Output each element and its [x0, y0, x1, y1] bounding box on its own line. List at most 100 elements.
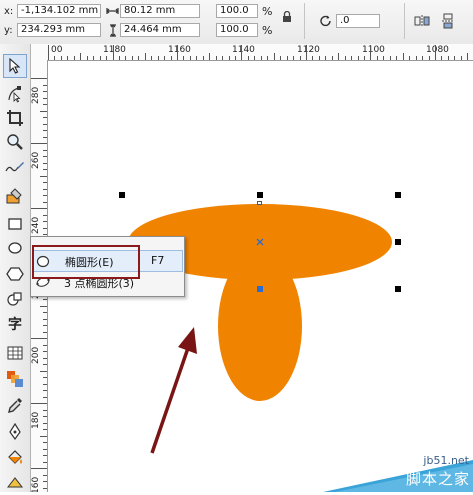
ruler-tick [43, 234, 47, 235]
eyedropper-tool[interactable] [3, 394, 27, 418]
fill-tool[interactable] [3, 446, 27, 470]
ruler-tick [43, 325, 47, 326]
ruler-tick [43, 416, 47, 417]
height-field[interactable]: 24.464 mm [120, 23, 200, 37]
ruler-tick [261, 56, 262, 60]
ruler-tick [43, 130, 47, 131]
ruler-tick [43, 163, 47, 164]
ruler-tick [43, 462, 47, 463]
ruler-label: 160 [31, 476, 41, 492]
ruler-tick [254, 56, 255, 60]
ruler-tick [43, 195, 47, 196]
x-position-field[interactable]: -1,134.102 mm [17, 4, 101, 18]
ruler-tick [267, 56, 268, 60]
interactive-fill-tool[interactable] [3, 471, 27, 495]
node-point[interactable] [257, 286, 263, 292]
mirror-horizontal-icon[interactable] [413, 12, 431, 30]
magnifier-icon [7, 134, 23, 150]
ruler-label: 1080 [426, 45, 449, 55]
shape-tool[interactable] [3, 82, 27, 106]
pick-tool[interactable] [3, 54, 27, 78]
width-icon [106, 5, 119, 17]
ruler-tick [43, 150, 47, 151]
ruler-tick [43, 137, 47, 138]
ruler-tick [43, 397, 47, 398]
scale-y-field[interactable]: 100.0 [216, 23, 258, 37]
selection-handle-bottom-right[interactable] [395, 286, 401, 292]
freehand-tool[interactable] [3, 156, 27, 180]
selection-handle-top-right[interactable] [395, 192, 401, 198]
eyedropper-icon [8, 398, 22, 413]
ruler-tick [441, 56, 442, 60]
selection-handle-top-left[interactable] [119, 192, 125, 198]
ruler-tick [43, 429, 47, 430]
ruler-tick [287, 56, 288, 60]
rotation-angle-field[interactable]: .0 [336, 14, 380, 28]
outline-pen-tool[interactable] [3, 420, 27, 444]
ruler-label: 180 [31, 411, 41, 429]
ellipse-tool[interactable] [3, 236, 27, 260]
ruler-tick [43, 299, 47, 300]
ruler-tick [422, 56, 423, 60]
freehand-icon [5, 162, 24, 172]
crop-tool[interactable] [3, 106, 27, 130]
ruler-tick [106, 56, 107, 60]
ruler-tick [80, 53, 81, 60]
crop-icon [7, 110, 23, 126]
ruler-tick [358, 56, 359, 60]
ruler-tick [43, 345, 47, 346]
vertical-ellipse-shape[interactable] [218, 251, 302, 401]
y-position-field[interactable]: 234.293 mm [17, 23, 101, 37]
polygon-icon [6, 267, 24, 281]
ruler-tick [43, 124, 47, 125]
horizontal-ruler[interactable]: 00 1180 1160 1140 1120 1100 1080 [30, 44, 473, 61]
ruler-tick [241, 45, 242, 60]
rectangle-tool[interactable] [3, 212, 27, 236]
ruler-tick [383, 56, 384, 60]
interactive-tool[interactable] [3, 367, 27, 391]
ruler-tick [222, 56, 223, 60]
ruler-tick [216, 56, 217, 60]
ruler-tick [40, 371, 47, 372]
width-field[interactable]: 80.12 mm [120, 4, 200, 18]
lock-ratio-icon[interactable] [280, 9, 294, 23]
mirror-vertical-icon[interactable] [439, 12, 457, 30]
ruler-tick [43, 202, 47, 203]
smart-fill-icon [6, 188, 22, 204]
selection-handle-right[interactable] [395, 239, 401, 245]
ruler-tick [377, 56, 378, 60]
ruler-tick [338, 53, 339, 60]
ruler-tick [48, 45, 49, 60]
ruler-tick [67, 56, 68, 60]
polygon-tool[interactable] [3, 262, 27, 286]
ruler-tick [43, 182, 47, 183]
ruler-tick [312, 56, 313, 60]
shape-edit-icon [8, 86, 21, 103]
ruler-tick [43, 358, 47, 359]
ruler-tick [43, 488, 47, 489]
text-tool[interactable]: 字 [3, 312, 27, 336]
basic-shapes-tool[interactable] [3, 287, 27, 311]
table-tool[interactable] [3, 341, 27, 365]
ruler-tick [203, 56, 204, 60]
ruler-tick [396, 56, 397, 60]
ruler-tick [87, 56, 88, 60]
scale-x-field[interactable]: 100.0 [216, 4, 258, 18]
pointer-arrow-head [178, 327, 197, 354]
pointer-icon [9, 58, 21, 74]
ruler-tick [280, 56, 281, 60]
ruler-tick [31, 468, 47, 469]
ruler-tick [43, 455, 47, 456]
selection-handle-top[interactable] [257, 192, 263, 198]
ruler-tick [177, 45, 178, 60]
ruler-label: 1120 [297, 45, 320, 55]
smart-fill-tool[interactable] [3, 184, 27, 208]
ruler-tick [390, 56, 391, 60]
ruler-tick [158, 56, 159, 60]
ruler-tick [54, 56, 55, 60]
ruler-tick [43, 156, 47, 157]
ruler-label: 1180 [103, 45, 126, 55]
zoom-tool[interactable] [3, 130, 27, 154]
ruler-tick [183, 56, 184, 60]
ruler-tick [300, 56, 301, 60]
